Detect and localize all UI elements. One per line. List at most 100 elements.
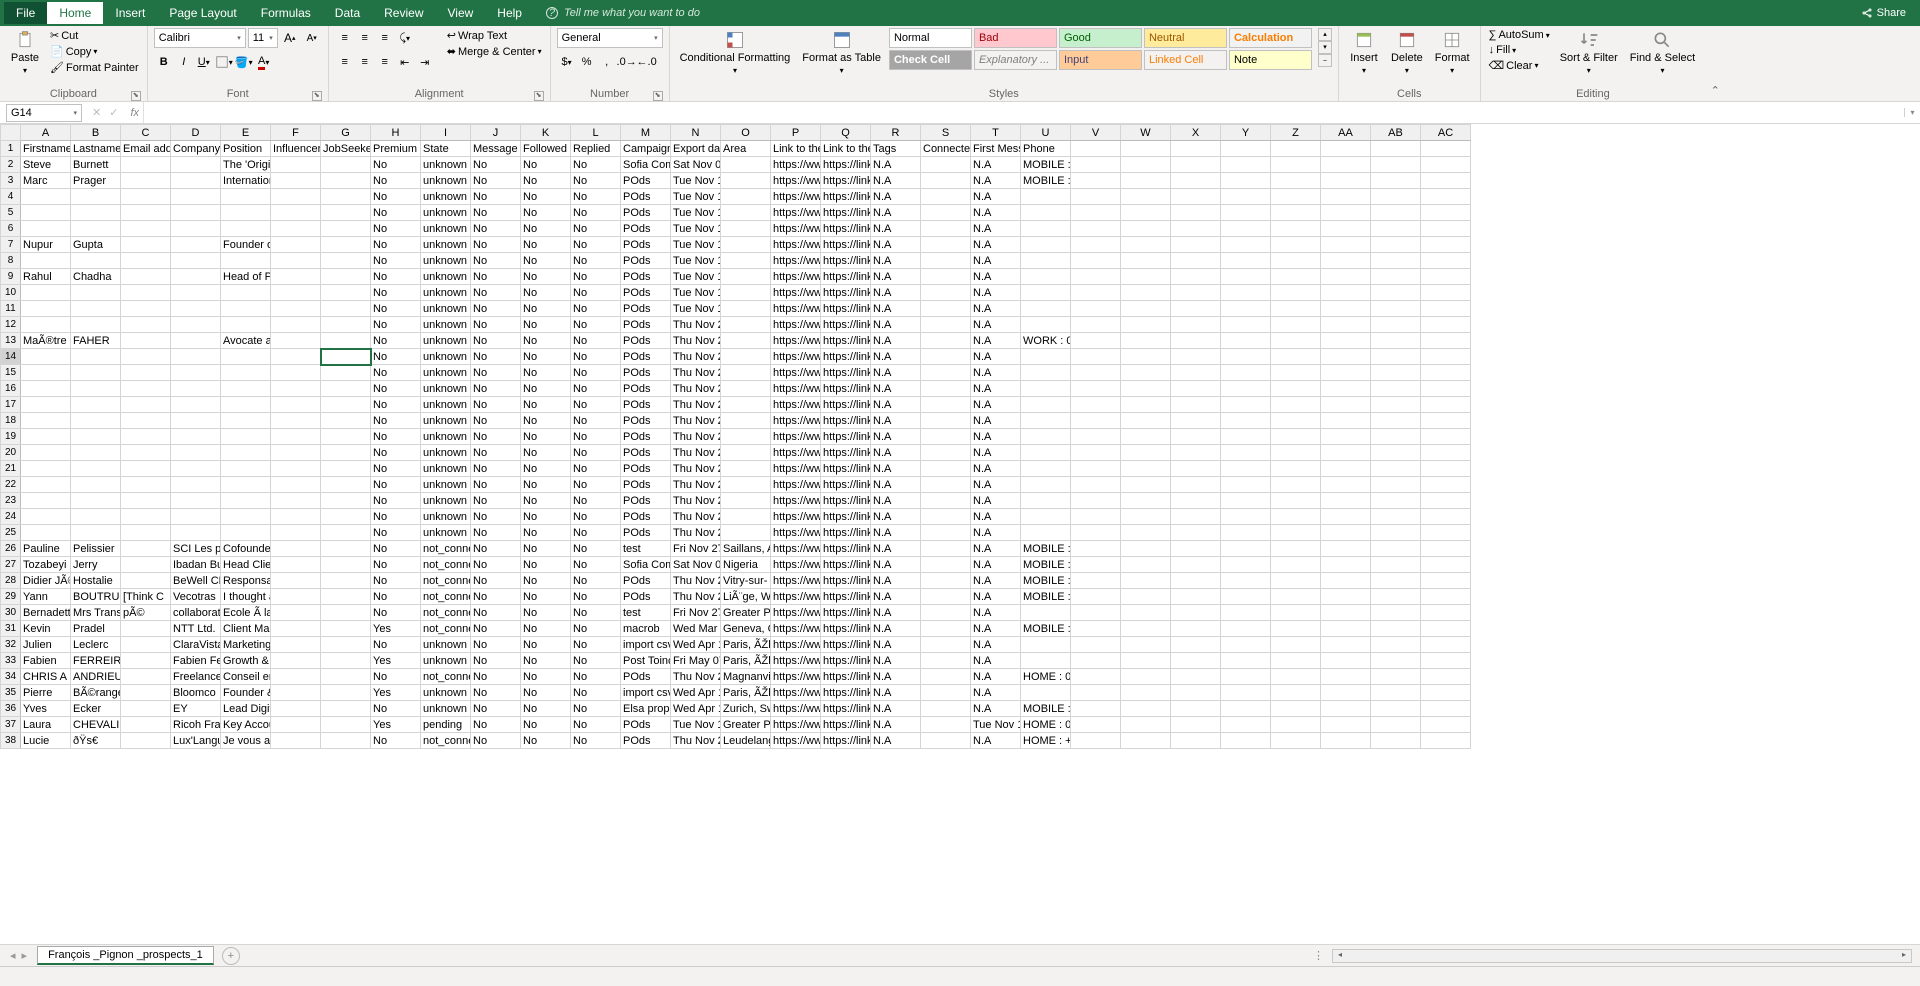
cell[interactable]: N.A [971, 669, 1021, 685]
column-header[interactable]: V [1071, 125, 1121, 141]
cell[interactable] [71, 285, 121, 301]
column-header[interactable]: Y [1221, 125, 1271, 141]
cell[interactable] [921, 333, 971, 349]
cell[interactable] [271, 717, 321, 733]
cell[interactable] [1321, 429, 1371, 445]
cell[interactable] [271, 733, 321, 749]
cell[interactable]: N.A [871, 333, 921, 349]
comma-button[interactable]: , [597, 52, 617, 72]
cell[interactable] [271, 637, 321, 653]
cell[interactable] [721, 525, 771, 541]
cell[interactable]: unknown [421, 525, 471, 541]
cell[interactable]: Fri Nov 27 [671, 605, 721, 621]
cell[interactable]: POds [621, 461, 671, 477]
cell[interactable] [1271, 653, 1321, 669]
cell[interactable] [1321, 221, 1371, 237]
cell[interactable] [921, 493, 971, 509]
cell[interactable]: N.A [971, 509, 1021, 525]
horizontal-scrollbar[interactable]: ◂▸ [1332, 949, 1912, 963]
style-note[interactable]: Note [1229, 50, 1312, 70]
cell[interactable] [1021, 205, 1071, 221]
decrease-font-button[interactable]: A▾ [302, 28, 322, 48]
cell[interactable] [1321, 525, 1371, 541]
cell[interactable]: No [471, 365, 521, 381]
cell[interactable]: Burnett [71, 157, 121, 173]
cell[interactable]: MOBILE : 08032831818 [1021, 557, 1071, 573]
cell[interactable]: N.A [871, 413, 921, 429]
cell[interactable]: Geneva, G [721, 621, 771, 637]
cell[interactable] [1271, 253, 1321, 269]
cell[interactable]: No [521, 301, 571, 317]
cell[interactable] [1021, 397, 1071, 413]
cell[interactable]: https://linkedin.con [821, 157, 871, 173]
cell[interactable] [21, 205, 71, 221]
cell[interactable]: Pelissier [71, 541, 121, 557]
cell[interactable]: MOBILE : +32495333387 [1021, 589, 1071, 605]
cell[interactable] [1121, 573, 1171, 589]
cell[interactable] [71, 525, 121, 541]
cell[interactable] [1371, 221, 1421, 237]
cell[interactable] [271, 477, 321, 493]
cell[interactable]: N.A [871, 269, 921, 285]
cell[interactable]: unknown [421, 253, 471, 269]
cell[interactable] [1321, 733, 1371, 749]
cell[interactable] [71, 301, 121, 317]
number-launcher[interactable]: ⬊ [653, 91, 663, 101]
cell[interactable]: No [571, 541, 621, 557]
cell[interactable]: Paris, ÃŽle [721, 653, 771, 669]
cell[interactable]: N.A [971, 493, 1021, 509]
cell[interactable]: Post Toinc [621, 653, 671, 669]
cell[interactable] [321, 685, 371, 701]
cell[interactable]: No [471, 589, 521, 605]
cell[interactable]: not_conne [421, 573, 471, 589]
cell[interactable] [121, 205, 171, 221]
cell[interactable] [921, 621, 971, 637]
cell[interactable] [121, 685, 171, 701]
cell[interactable]: Tue Nov 10 2020 08:5 [671, 269, 721, 285]
cell[interactable]: N.A [971, 429, 1021, 445]
cell[interactable]: Leudelang [721, 733, 771, 749]
cell[interactable]: No [371, 525, 421, 541]
cell[interactable]: N.A [871, 525, 921, 541]
cell[interactable]: N.A [971, 541, 1021, 557]
cell[interactable]: No [471, 653, 521, 669]
cell[interactable] [321, 493, 371, 509]
cell[interactable] [21, 429, 71, 445]
cell[interactable] [1071, 317, 1121, 333]
cell[interactable]: N.A [871, 285, 921, 301]
cell[interactable] [1021, 653, 1071, 669]
cell[interactable]: unknown [421, 269, 471, 285]
cell[interactable]: unknown [421, 301, 471, 317]
cell[interactable]: No [371, 557, 421, 573]
cell[interactable]: MaÃ®tre S [21, 333, 71, 349]
cell[interactable]: POds [621, 317, 671, 333]
cell[interactable] [921, 445, 971, 461]
cell[interactable]: Thu Nov 26 2020 13:5 [671, 429, 721, 445]
cell[interactable] [1071, 365, 1121, 381]
cell[interactable]: No [471, 269, 521, 285]
cell[interactable]: POds [621, 301, 671, 317]
cell[interactable] [1221, 685, 1271, 701]
cell[interactable] [1271, 461, 1321, 477]
cell[interactable] [1371, 461, 1421, 477]
cell[interactable]: N.A [871, 365, 921, 381]
cell[interactable]: No [521, 733, 571, 749]
cell[interactable]: Sat Nov 07 2020 14:5 [671, 157, 721, 173]
cell[interactable]: pÃ© [121, 605, 171, 621]
cell[interactable] [1171, 461, 1221, 477]
cell[interactable] [271, 285, 321, 301]
cell[interactable]: HOME : +352661676682 [1021, 733, 1071, 749]
cell[interactable] [1121, 589, 1171, 605]
cell[interactable] [171, 253, 221, 269]
cell[interactable] [1071, 605, 1121, 621]
cell[interactable] [1371, 477, 1421, 493]
cell[interactable] [1271, 493, 1321, 509]
cell[interactable] [721, 253, 771, 269]
cell[interactable]: https://www [771, 381, 821, 397]
cell[interactable] [171, 493, 221, 509]
cell[interactable] [121, 285, 171, 301]
cell[interactable]: Avocate au barreau de Casabla [221, 333, 271, 349]
cell[interactable]: https://www [771, 333, 821, 349]
cell[interactable] [1371, 621, 1421, 637]
cell[interactable] [121, 525, 171, 541]
